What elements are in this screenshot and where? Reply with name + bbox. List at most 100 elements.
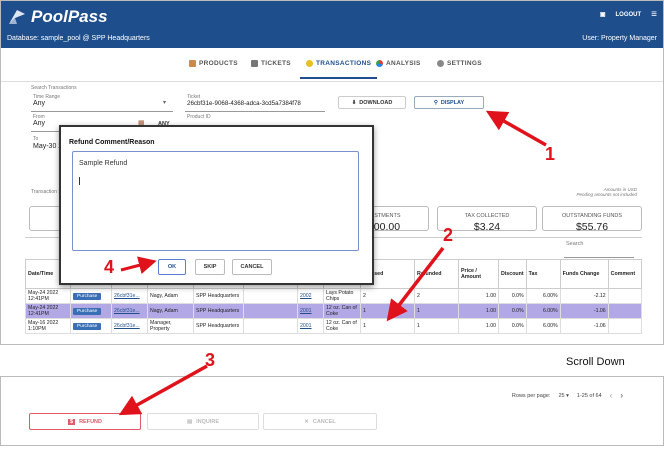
ticket-link[interactable]: 26cbf31e... <box>114 323 140 329</box>
tab-transactions[interactable]: TRANSACTIONS <box>299 60 378 79</box>
skip-button[interactable]: SKIP <box>195 259 225 275</box>
search-heading: Search Transactions <box>31 85 77 91</box>
cell-type: Purchase <box>70 318 112 334</box>
cell-comment <box>607 318 643 334</box>
tab-products[interactable]: PRODUCTS <box>189 60 238 67</box>
tab-settings[interactable]: SETTINGS <box>437 60 482 67</box>
table-row-selected[interactable]: May-24 2022 12:41PM Purchase 26cbf31e...… <box>25 303 643 319</box>
download-icon: ⬇ <box>351 99 357 106</box>
cell-tax: 6.00% <box>525 318 561 334</box>
cell-discount: 0.0% <box>498 303 527 319</box>
app-screenshot: PoolPass ▣ LOGOUT ≡ Database: sample_poo… <box>0 0 664 345</box>
cell-ticket: 26cbf31e... <box>111 303 148 319</box>
cell-purchased: 1 <box>360 303 415 319</box>
cell-tax: 6.00% <box>525 303 561 319</box>
cell-comment <box>607 303 643 319</box>
ticket-underline <box>185 111 325 112</box>
to-field[interactable]: May-30 2 <box>33 143 62 150</box>
header-tax[interactable]: Tax <box>525 259 561 289</box>
type-badge: Purchase <box>73 307 102 315</box>
rows-per-page-value: 25 <box>558 392 565 399</box>
cell-funds-change: -1.06 <box>559 303 609 319</box>
cell-date: May-24 2022 12:41PM <box>25 303 71 319</box>
rows-per-page-select[interactable]: 25 ▾ <box>558 393 568 399</box>
cell-location: SPP Headquarters <box>193 303 244 319</box>
cell-type: Purchase <box>70 303 112 319</box>
app-bar: PoolPass ▣ LOGOUT ≡ Database: sample_poo… <box>1 1 663 48</box>
table-row[interactable]: May-24 2022 12:41PM Purchase 26cbf31e...… <box>25 288 643 304</box>
cell-product: 12 oz. Can of Coke <box>323 303 361 319</box>
rows-per-page-label: Rows per page: <box>511 392 551 399</box>
refund-reason-textarea[interactable]: Sample Refund <box>72 151 359 251</box>
cell-comment <box>607 288 643 304</box>
ticket-field[interactable]: 26cbf31e-9068-4368-adca-3cd5a7384f78 <box>187 100 301 107</box>
badge-icon[interactable]: ▣ <box>600 11 606 18</box>
cell-tax: 6.00% <box>525 288 561 304</box>
cell-purchased: 1 <box>360 318 415 334</box>
header-discount[interactable]: Discount <box>498 259 527 289</box>
chevron-down-icon[interactable]: ▾ <box>163 99 166 106</box>
prev-page-icon[interactable]: ‹ <box>610 391 613 400</box>
cell-refunded: 2 <box>414 288 459 304</box>
ok-button[interactable]: OK <box>158 259 186 275</box>
pool-ladder-icon <box>9 10 25 24</box>
time-range-select[interactable]: Any <box>33 100 45 107</box>
cell-refunded: 1 <box>414 303 459 319</box>
ticket-link[interactable]: 26cbf31e... <box>114 308 140 314</box>
refund-label: REFUND <box>79 418 102 425</box>
cell-blank <box>243 318 298 334</box>
search-icon: ⚲ <box>433 99 438 106</box>
header-funds-change[interactable]: Funds Change <box>559 259 609 289</box>
product-link[interactable]: 2001 <box>300 323 312 329</box>
cell-type: Purchase <box>70 288 112 304</box>
menu-icon[interactable]: ≡ <box>651 9 657 20</box>
product-link[interactable]: 2002 <box>300 293 312 299</box>
inquire-button[interactable]: ▤ INQUIRE <box>147 413 259 430</box>
cell-name: Nagy, Adam <box>147 303 194 319</box>
card-title: TAX COLLECTED <box>464 213 510 219</box>
scroll-down-note: Scroll Down <box>566 356 625 368</box>
from-field[interactable]: Any <box>33 120 45 127</box>
next-page-icon[interactable]: › <box>620 391 623 400</box>
tab-analysis[interactable]: ANALYSIS <box>376 60 421 67</box>
tab-tickets[interactable]: TICKETS <box>251 60 291 67</box>
cell-funds-change: -1.06 <box>559 318 609 334</box>
display-button[interactable]: ⚲ DISPLAY <box>414 96 484 109</box>
cell-product: 12 oz. Can of Coke <box>323 318 361 334</box>
inquire-icon: ▤ <box>186 418 193 425</box>
step-number-4: 4 <box>104 257 115 277</box>
amount-note-2: Pending amounts not included <box>576 192 637 197</box>
cell-name: Nagy, Adam <box>147 288 194 304</box>
app-logo: PoolPass <box>7 7 108 27</box>
header-comment[interactable]: Comment <box>607 259 643 289</box>
refund-icon: $ <box>68 418 76 425</box>
cell-refunded: 1 <box>414 318 459 334</box>
step-number-2: 2 <box>443 225 454 245</box>
cell-ticket: 26cbf31e... <box>111 288 148 304</box>
time-range-underline <box>31 111 173 112</box>
cell-blank <box>243 303 298 319</box>
cancel-button[interactable]: CANCEL <box>232 259 272 275</box>
refund-button[interactable]: $ REFUND <box>29 413 141 430</box>
cell-location: SPP Headquarters <box>193 288 244 304</box>
cell-price: 1.00 <box>458 288 499 304</box>
cell-pid: 2001 <box>297 318 324 334</box>
logout-button[interactable]: LOGOUT <box>615 12 641 18</box>
cell-funds-change: -2.12 <box>559 288 609 304</box>
ticket-link[interactable]: 26cbf31e... <box>114 293 140 299</box>
header-price[interactable]: Price / Amount <box>458 259 499 289</box>
close-icon: ✕ <box>304 418 309 425</box>
summary-card-outstanding: OUTSTANDING FUNDS $55.76 <box>542 206 642 233</box>
main-tabs: PRODUCTS TICKETS TRANSACTIONS ANALYSIS S… <box>1 48 663 82</box>
product-link[interactable]: 2001 <box>300 308 312 314</box>
cancel-transaction-button[interactable]: ✕ CANCEL <box>263 413 377 430</box>
inquire-label: INQUIRE <box>196 418 220 425</box>
search-underline <box>564 257 634 258</box>
search-input[interactable]: Search <box>566 241 583 247</box>
header-refunded[interactable]: Refunded <box>414 259 459 289</box>
table-row[interactable]: May-16 2022 1:10PM Purchase 26cbf31e... … <box>25 318 643 334</box>
dialog-title: Refund Comment/Reason <box>69 139 155 146</box>
download-button[interactable]: ⬇ DOWNLOAD <box>338 96 406 109</box>
cell-pid: 2001 <box>297 303 324 319</box>
card-title: OUTSTANDING FUNDS <box>561 213 623 219</box>
